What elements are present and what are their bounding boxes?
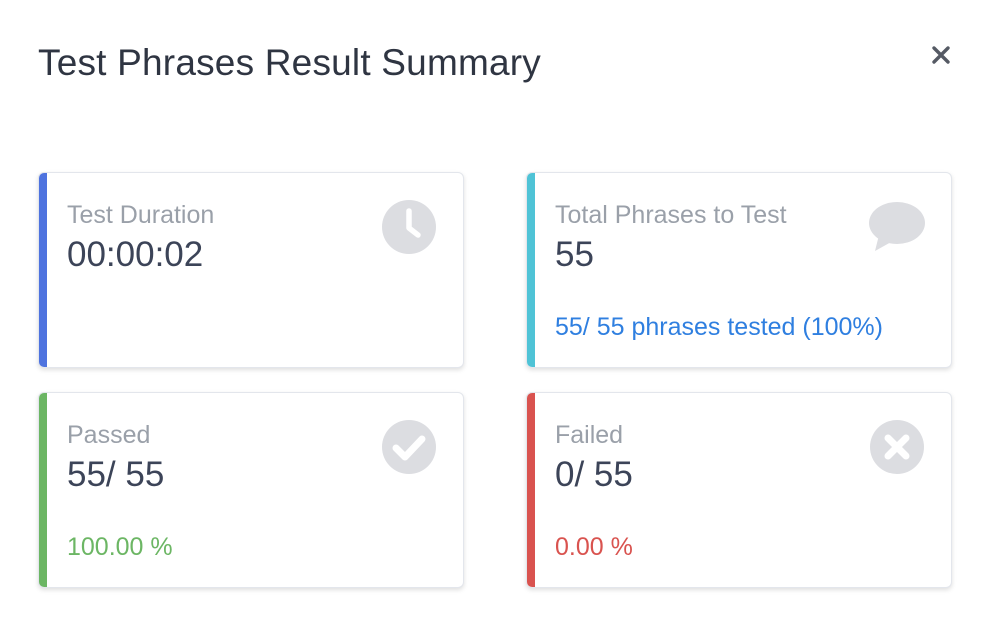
phrases-tested-progress: 55/ 55 phrases tested (100%) — [555, 313, 883, 341]
x-circle-icon — [870, 420, 924, 474]
test-duration-value: 00:00:02 — [67, 235, 204, 274]
card-accent-bar — [39, 393, 47, 587]
test-duration-label: Test Duration — [67, 201, 215, 229]
failed-card: Failed 0/ 55 0.00 % — [526, 392, 952, 588]
passed-percentage: 100.00 % — [67, 533, 173, 561]
total-phrases-value: 55 — [555, 235, 594, 274]
passed-label: Passed — [67, 421, 151, 449]
failed-value: 0/ 55 — [555, 455, 633, 494]
failed-percentage: 0.00 % — [555, 533, 633, 561]
card-accent-bar — [39, 173, 47, 367]
failed-label: Failed — [555, 421, 624, 449]
total-phrases-card: Total Phrases to Test 55 55/ 55 phrases … — [526, 172, 952, 368]
passed-card: Passed 55/ 55 100.00 % — [38, 392, 464, 588]
speech-bubble-icon — [869, 202, 925, 251]
card-accent-bar — [527, 173, 535, 367]
result-summary-modal: Test Phrases Result Summary Test Duratio… — [0, 0, 988, 626]
close-button[interactable] — [926, 40, 956, 70]
check-circle-icon — [382, 420, 436, 474]
passed-value: 55/ 55 — [67, 455, 165, 494]
test-duration-card: Test Duration 00:00:02 — [38, 172, 464, 368]
modal-title: Test Phrases Result Summary — [38, 42, 542, 83]
card-accent-bar — [527, 393, 535, 587]
close-icon — [932, 46, 950, 64]
total-phrases-label: Total Phrases to Test — [555, 201, 787, 229]
clock-icon — [382, 200, 436, 254]
